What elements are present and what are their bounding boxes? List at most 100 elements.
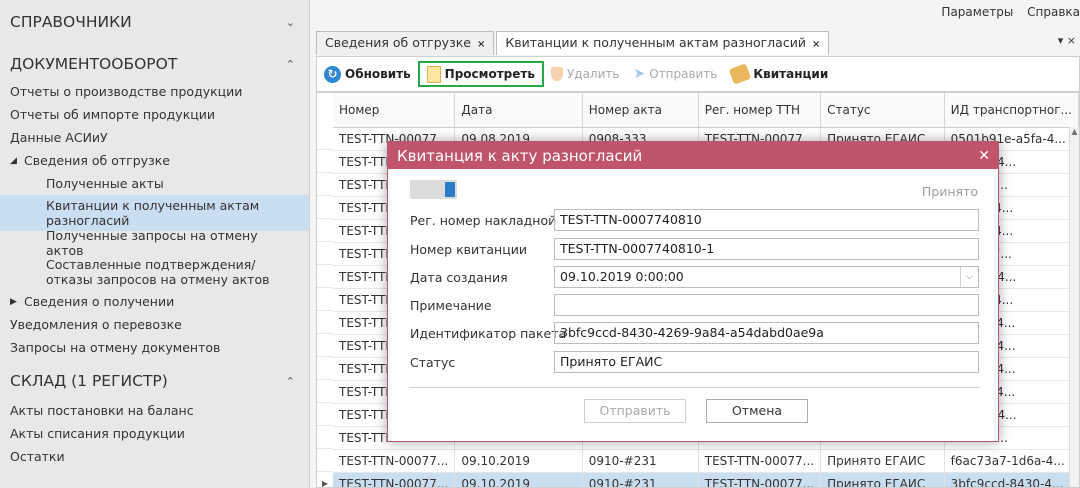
section-directories[interactable]: СПРАВОЧНИКИ ⌄ — [0, 8, 309, 36]
row-indicator — [317, 288, 333, 311]
table-cell: 09.10.2019 — [454, 449, 583, 473]
reg-number-field[interactable]: TEST-TTN-0007740810 — [554, 209, 979, 231]
chevron-down-icon: ⌄ — [285, 15, 295, 29]
sidebar-item-transport-notices[interactable]: Уведомления о перевозке — [0, 313, 309, 336]
table-cell: Принято ЕГАИС — [820, 472, 945, 487]
toggle-switch[interactable] — [410, 180, 457, 199]
tab-receipts[interactable]: Квитанции к полученным актам разногласий… — [496, 31, 830, 55]
row-indicator — [317, 127, 333, 150]
toolbar: ↻ Обновить Просмотреть Удалить ➤ Отправи… — [316, 56, 1080, 92]
field-row-reg-number: Рег. номер накладной TEST-TTN-0007740810 — [410, 209, 979, 231]
row-indicator — [317, 426, 333, 449]
table-cell: 3bfc9ccd-8430-4... — [944, 472, 1079, 487]
row-indicator — [317, 334, 333, 357]
toggle-knob — [445, 182, 455, 197]
receipts-button[interactable]: Квитанции — [724, 61, 835, 87]
status-field[interactable]: Принято ЕГАИС — [554, 351, 979, 373]
table-cell: 0910-#231 — [582, 449, 699, 473]
sidebar-item-confirmations[interactable]: Составленные подтверждения/отказы запрос… — [0, 254, 309, 290]
sidebar-item-production-reports[interactable]: Отчеты о производстве продукции — [0, 80, 309, 103]
receipt-number-field[interactable]: TEST-TTN-0007740810-1 — [554, 238, 979, 260]
table-row[interactable]: TEST-TTN-00077... 09.10.2019 0910-#231 TEST… — [333, 472, 1079, 487]
receipt-icon — [729, 63, 752, 85]
send-button[interactable]: ➤ Отправить — [626, 61, 724, 87]
top-menu: Параметры Справка — [931, 5, 1080, 19]
view-button[interactable]: Просмотреть — [417, 61, 544, 87]
close-icon[interactable]: × — [812, 39, 820, 50]
field-row-created: Дата создания 09.10.2019 0:00:00 ⌵ — [410, 266, 979, 288]
sidebar-item-doc-cancel-requests[interactable]: Запросы на отмену документов — [0, 336, 309, 359]
sidebar-item-shipment-info[interactable]: ◢ Сведения об отгрузке — [0, 149, 309, 172]
tab-shipment-info[interactable]: Сведения об отгрузке × — [316, 31, 495, 55]
column-header[interactable]: ИД транспортног... — [944, 93, 1079, 128]
tab-tools[interactable]: ▾ × — [1058, 34, 1076, 47]
created-date-field[interactable]: 09.10.2019 0:00:00 ⌵ — [554, 266, 979, 288]
table-row[interactable]: TEST-TTN-00077... 09.10.2019 0910-#231 TEST… — [333, 449, 1079, 473]
caret-down-icon: ◢ — [10, 155, 17, 166]
sidebar-item-stock[interactable]: Остатки — [0, 445, 309, 468]
sidebar-item-received-acts[interactable]: Полученные акты — [0, 172, 309, 195]
sidebar-item-import-reports[interactable]: Отчеты об импорте продукции — [0, 103, 309, 126]
document-view-icon — [426, 65, 441, 83]
sidebar: СПРАВОЧНИКИ ⌄ ДОКУМЕНТООБОРОТ ⌃ Отчеты о… — [0, 0, 310, 488]
chevron-up-icon[interactable]: ▲ — [1070, 127, 1079, 136]
table-cell: f6ac73a7-1d6a-4... — [944, 449, 1079, 473]
field-row-status: Статус Принято ЕГАИС — [410, 351, 979, 373]
row-indicator — [317, 311, 333, 334]
table-cell: Принято ЕГАИС — [820, 449, 945, 473]
menu-parameters[interactable]: Параметры — [941, 5, 1013, 19]
close-icon[interactable]: ✕ — [978, 148, 990, 164]
table-cell: 09.10.2019 — [454, 472, 583, 487]
row-indicator — [317, 380, 333, 403]
row-indicator — [317, 219, 333, 242]
package-id-field[interactable]: 3bfc9ccd-8430-4269-9a84-a54dabd0ae9a — [554, 322, 979, 344]
note-field[interactable] — [554, 294, 979, 316]
row-indicator — [317, 357, 333, 380]
send-icon: ➤ — [633, 66, 646, 82]
row-indicator — [317, 196, 333, 219]
status-label: Принято — [921, 184, 978, 199]
column-header[interactable]: Номер — [333, 93, 456, 128]
chevron-up-icon: ⌃ — [285, 57, 295, 71]
column-header[interactable]: Статус — [820, 93, 945, 128]
delete-icon — [550, 67, 563, 81]
dialog-header: Квитанция к акту разногласий ✕ — [388, 142, 998, 169]
section-warehouse[interactable]: СКЛАД (1 РЕГИСТР) ⌃ — [0, 367, 309, 395]
table-cell: TEST-TTN-00077... — [333, 472, 456, 487]
field-row-receipt-number: Номер квитанции TEST-TTN-0007740810-1 — [410, 238, 979, 260]
row-indicator — [317, 173, 333, 196]
column-header[interactable]: Дата — [454, 93, 583, 128]
row-indicators: ▶ — [317, 127, 333, 487]
row-indicator — [317, 449, 333, 472]
delete-button[interactable]: Удалить — [544, 61, 627, 87]
row-indicator — [317, 265, 333, 288]
vertical-scrollbar[interactable]: ▲ — [1069, 127, 1079, 487]
cancel-button[interactable]: Отмена — [706, 399, 808, 423]
dialog-title: Квитанция к акту разногласий — [397, 146, 643, 165]
row-indicator — [317, 242, 333, 265]
table-cell: TEST-TTN-00077... — [333, 449, 456, 473]
sidebar-item-cancel-requests[interactable]: Полученные запросы на отмену актов — [0, 228, 309, 258]
sidebar-item-receipts[interactable]: Квитанции к полученным актам разногласий — [0, 195, 309, 231]
chevron-down-icon[interactable]: ⌵ — [960, 267, 978, 287]
row-indicator: ▶ — [317, 472, 333, 487]
table-cell: 0910-#231 — [582, 472, 699, 487]
menu-help[interactable]: Справка — [1027, 5, 1080, 19]
refresh-icon: ↻ — [324, 65, 341, 83]
sidebar-item-receipt-info[interactable]: ▶ Сведения о получении — [0, 290, 309, 313]
sidebar-item-writeoff-acts[interactable]: Акты списания продукции — [0, 422, 309, 445]
section-docflow[interactable]: ДОКУМЕНТООБОРОТ ⌃ — [0, 50, 309, 78]
refresh-button[interactable]: ↻ Обновить — [317, 61, 418, 87]
table-cell: TEST-TTN-00077... — [698, 472, 822, 487]
chevron-up-icon: ⌃ — [285, 374, 295, 388]
divider — [410, 387, 980, 388]
column-header[interactable]: Рег. номер ТТН — [698, 93, 822, 128]
sidebar-item-asiiu-data[interactable]: Данные АСИиУ — [0, 126, 309, 149]
receipt-dialog: Квитанция к акту разногласий ✕ Принято Р… — [387, 141, 999, 442]
close-icon[interactable]: × — [477, 39, 485, 50]
column-header[interactable]: Номер акта — [582, 93, 699, 128]
row-indicator — [317, 150, 333, 173]
send-button[interactable]: Отправить — [584, 399, 686, 423]
sidebar-item-balance-acts[interactable]: Акты постановки на баланс — [0, 399, 309, 422]
caret-right-icon: ▶ — [10, 296, 17, 307]
